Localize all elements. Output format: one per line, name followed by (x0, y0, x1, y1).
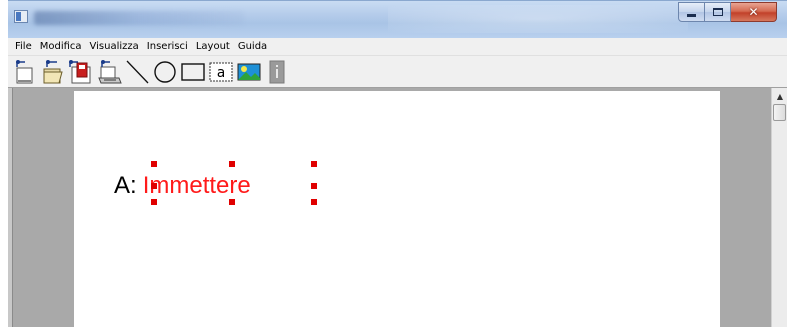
menu-visualizza[interactable]: Visualizza (86, 38, 143, 56)
new-file-icon[interactable] (12, 59, 38, 85)
selection-handle-top-right[interactable] (311, 161, 317, 167)
info-icon[interactable] (264, 59, 290, 85)
minimize-button[interactable] (678, 2, 705, 22)
title-bar[interactable]: ✕ (8, 0, 787, 38)
document-page[interactable]: A: Immettere (74, 91, 720, 327)
image-tool-icon[interactable] (236, 59, 262, 85)
selection-handle-middle-right[interactable] (311, 183, 317, 189)
menu-layout[interactable]: Layout (192, 38, 234, 56)
toolbar: a (8, 56, 787, 88)
menu-guida[interactable]: Guida (234, 38, 271, 56)
window-title-blurred (34, 11, 244, 25)
menu-modifica[interactable]: Modifica (36, 38, 86, 56)
maximize-button[interactable] (705, 2, 731, 22)
line-tool-icon[interactable] (124, 59, 150, 85)
left-frame-edge (8, 88, 13, 327)
minimize-icon (687, 13, 696, 17)
maximize-icon (712, 8, 723, 16)
vertical-scrollbar[interactable]: ▲ (771, 88, 787, 327)
menu-inserisci[interactable]: Inserisci (143, 38, 192, 56)
text-entry-placeholder[interactable]: Immettere (143, 172, 251, 200)
close-button[interactable]: ✕ (731, 2, 777, 22)
save-file-icon[interactable] (68, 59, 94, 85)
caption-buttons: ✕ (678, 2, 777, 22)
application-window: ✕ File Modifica Visualizza Inserisci Lay… (8, 0, 787, 327)
selection-handle-middle-left[interactable] (151, 183, 157, 189)
title-bar-glow (388, 5, 688, 33)
text-tool-icon[interactable]: a (208, 59, 234, 85)
rectangle-tool-icon[interactable] (180, 59, 206, 85)
menu-bar: File Modifica Visualizza Inserisci Layou… (8, 38, 787, 56)
workspace: A: Immettere ▲ (8, 88, 787, 327)
field-label: A: (114, 172, 137, 199)
app-icon[interactable] (14, 10, 28, 23)
print-icon[interactable] (96, 59, 122, 85)
menu-file[interactable]: File (11, 38, 36, 56)
selection-handle-bottom-middle[interactable] (229, 199, 235, 205)
close-icon: ✕ (748, 5, 759, 19)
selection-handle-bottom-right[interactable] (311, 199, 317, 205)
scroll-up-arrow-icon[interactable]: ▲ (772, 88, 787, 104)
selection-handle-top-left[interactable] (151, 161, 157, 167)
text-tool-glyph: a (217, 65, 225, 81)
open-file-icon[interactable] (40, 59, 66, 85)
scrollbar-thumb[interactable] (773, 104, 786, 121)
text-object[interactable]: A: Immettere (114, 171, 251, 201)
selection-handle-bottom-left[interactable] (151, 199, 157, 205)
selection-handle-top-middle[interactable] (229, 161, 235, 167)
ellipse-tool-icon[interactable] (152, 59, 178, 85)
